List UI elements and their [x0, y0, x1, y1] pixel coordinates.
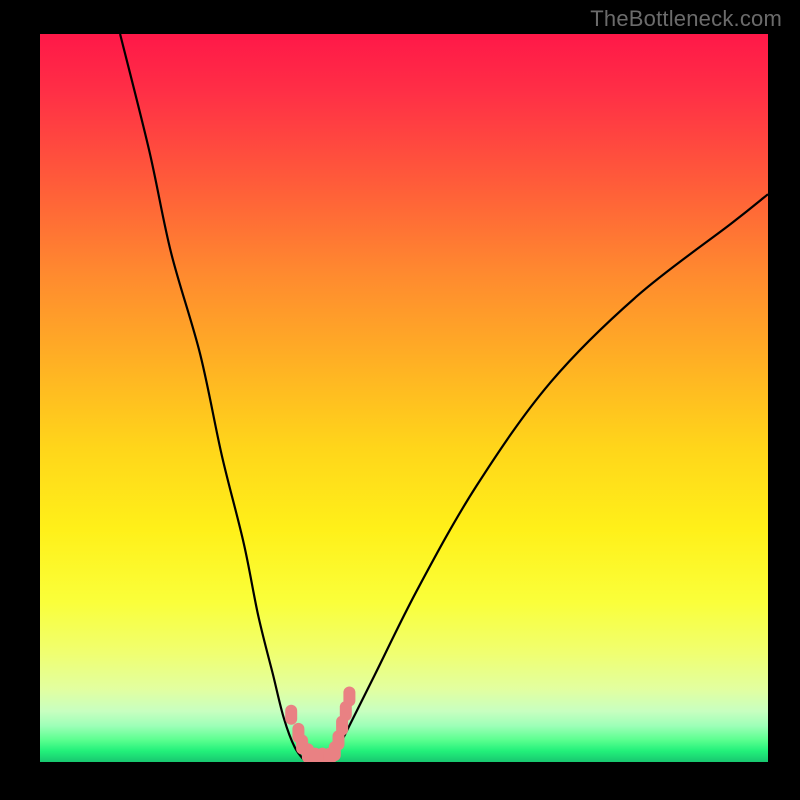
- highlight-marker: [285, 705, 297, 725]
- watermark-label: TheBottleneck.com: [590, 6, 782, 32]
- plot-area: [40, 34, 768, 762]
- highlight-marker: [343, 687, 355, 707]
- bottleneck-curve-right: [331, 194, 768, 762]
- bottleneck-curve-left: [120, 34, 306, 762]
- curve-layer: [40, 34, 768, 762]
- chart-frame: TheBottleneck.com: [0, 0, 800, 800]
